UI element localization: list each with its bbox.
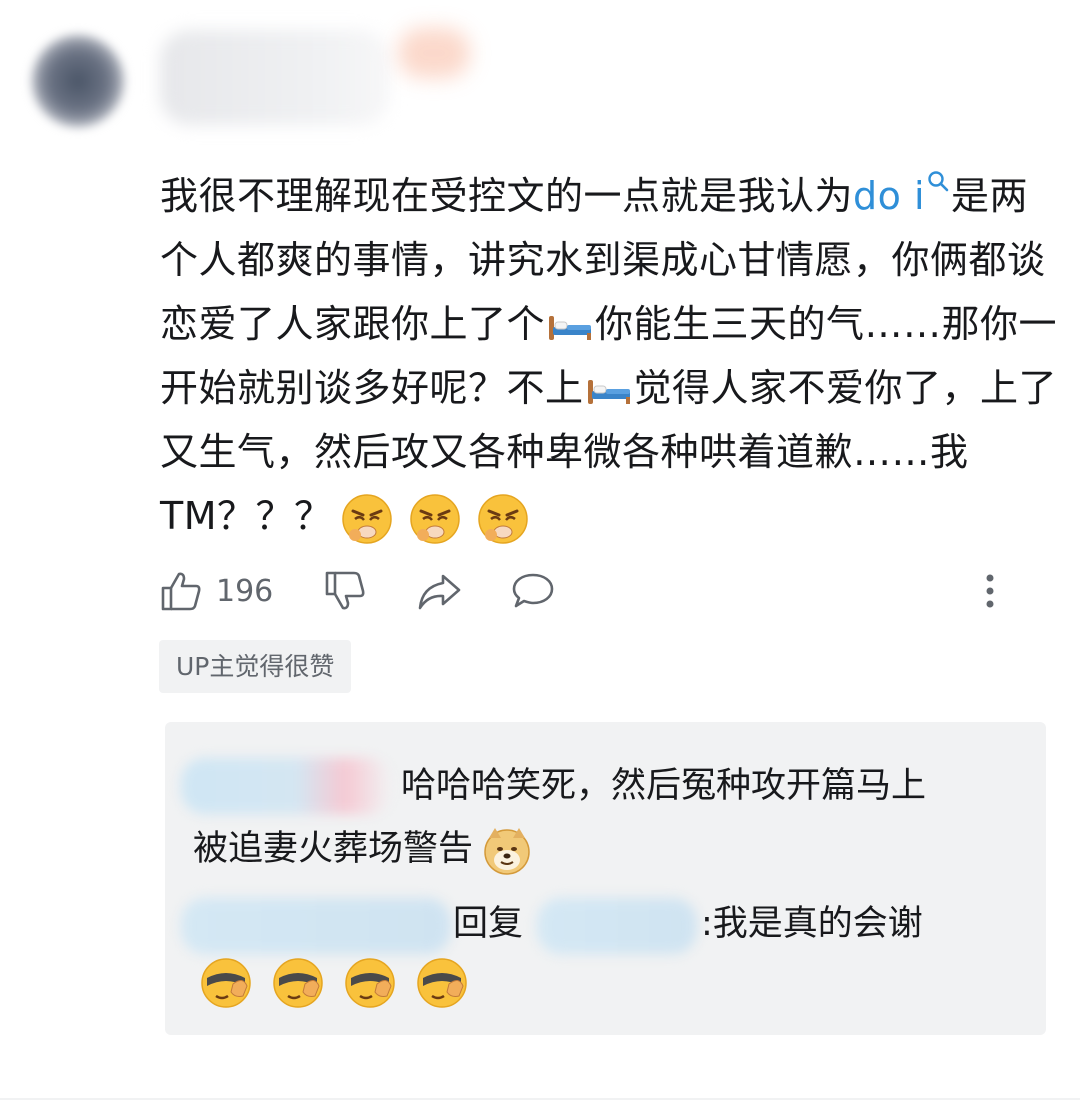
doge-emoji: [484, 828, 530, 875]
share-button[interactable]: [416, 565, 462, 617]
facepalm-emoji: [201, 958, 251, 1008]
divider: [0, 1098, 1080, 1100]
like-count: 196: [216, 573, 274, 609]
reply-text-line1: 哈哈哈笑死，然后冤种攻开篇马上: [401, 766, 927, 806]
angry-sneeze-emoji: [477, 493, 528, 544]
more-button[interactable]: [978, 565, 1002, 617]
facepalm-emoji: [345, 958, 395, 1008]
bed-emoji: [549, 315, 592, 340]
reply-text: 被追妻火葬场警告: [193, 829, 474, 869]
comment-text: 我很不理解现在受控文的一点就是我认为do i 是两个人都爽的事情，讲究水到渠成心甘…: [160, 164, 1060, 548]
facepalm-emoji: [273, 958, 323, 1008]
username-blurred[interactable]: [160, 30, 390, 125]
reply-text-line2: 被追妻火葬场警告: [193, 824, 533, 876]
thumbs-up-icon: [161, 572, 201, 611]
reply-text: :我是真的会谢: [701, 904, 923, 944]
more-icon: [986, 574, 994, 608]
bed-emoji: [587, 379, 630, 404]
reply-username-blurred[interactable]: [181, 898, 451, 954]
share-icon: [418, 574, 461, 610]
thumbs-down-icon: [325, 571, 365, 610]
avatar[interactable]: [32, 35, 124, 127]
reply-emoji-row: [199, 956, 469, 1010]
replies-panel[interactable]: 哈哈哈笑死，然后冤种攻开篇马上 被追妻火葬场警告 回复 :我是真的会谢: [165, 722, 1046, 1035]
angry-sneeze-emoji: [341, 493, 392, 544]
angry-sneeze-emoji: [409, 493, 460, 544]
comment-action-bar: 196: [160, 565, 1020, 617]
dislike-button[interactable]: [324, 565, 366, 617]
comment-text-part1: 我很不理解现在受控文的一点就是我认为: [160, 174, 854, 218]
reply-button[interactable]: [510, 565, 556, 617]
facepalm-emoji: [417, 958, 467, 1008]
replied-username-blurred[interactable]: [537, 898, 697, 954]
reply-username-blurred[interactable]: [181, 758, 391, 814]
up-liked-tag: UP主觉得很赞: [159, 640, 352, 693]
search-keyword-link[interactable]: do i: [853, 174, 925, 218]
reply-label: 回复: [453, 904, 524, 944]
search-icon[interactable]: [927, 170, 949, 192]
user-level-badge-blurred: [398, 28, 470, 78]
comment-icon: [512, 573, 554, 608]
like-button[interactable]: 196: [160, 565, 273, 617]
